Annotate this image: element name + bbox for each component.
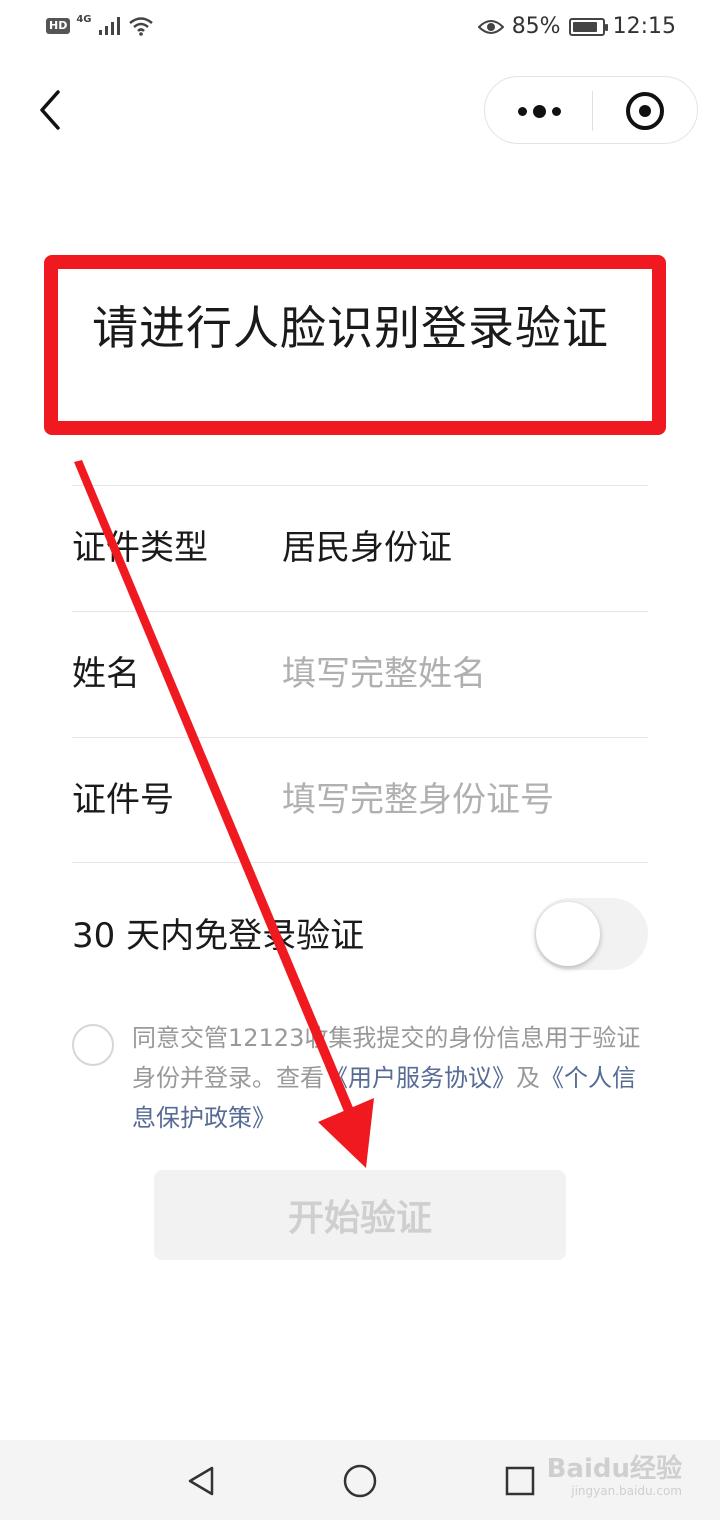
wifi-icon (128, 17, 153, 36)
id-number-row: 证件号 (72, 737, 648, 863)
clock: 12:15 (612, 14, 676, 39)
battery-icon (568, 17, 608, 36)
more-dot (532, 104, 546, 118)
baidu-watermark: Baidu经验 jingyan.baidu.com (547, 1454, 682, 1498)
square-recents-icon (505, 1466, 535, 1496)
remember-login-label: 30 天内免登录验证 (72, 916, 365, 956)
system-nav-bar: Baidu经验 jingyan.baidu.com (0, 1440, 720, 1520)
remember-login-toggle[interactable] (534, 898, 648, 970)
name-row: 姓名 (72, 611, 648, 737)
watermark-brand: Baidu经验 (546, 1454, 682, 1484)
battery-level (572, 21, 597, 32)
id-number-label: 证件号 (72, 780, 174, 820)
user-agreement-link[interactable]: 《用户服务协议》 (324, 1064, 516, 1092)
system-back-button[interactable] (178, 1458, 224, 1504)
status-left: HD 4G (46, 14, 154, 36)
status-bar: HD 4G 85% 12:15 (0, 0, 720, 58)
back-button[interactable] (30, 88, 74, 132)
watermark-url: jingyan.baidu.com (571, 1484, 682, 1498)
chevron-left-icon (40, 90, 60, 130)
battery-percent: 85% (511, 14, 561, 39)
name-input[interactable] (282, 646, 648, 702)
signal-icon (98, 17, 120, 35)
more-dot (517, 106, 527, 116)
triangle-back-icon (188, 1466, 214, 1496)
id-number-input[interactable] (282, 772, 648, 828)
id-form: 证件类型 居民身份证 姓名 证件号 (72, 485, 648, 863)
name-label: 姓名 (72, 654, 140, 694)
circle-home-icon (343, 1464, 377, 1498)
status-right: 85% 12:15 (477, 14, 676, 39)
capsule-divider (592, 91, 593, 131)
page-title: 请进行人脸识别登录验证 (92, 301, 609, 355)
agreement-text: 同意交管12123收集我提交的身份信息用于验证身份并登录。查看《用户服务协议》及… (132, 1018, 652, 1138)
agreement-connector: 及 (516, 1064, 540, 1092)
eye-icon (477, 19, 504, 34)
agreement-checkbox[interactable] (72, 1024, 114, 1066)
network-type: 4G (76, 14, 92, 25)
id-type-row[interactable]: 证件类型 居民身份证 (72, 485, 648, 611)
hd-badge: HD (46, 18, 71, 34)
system-home-button[interactable] (337, 1458, 383, 1504)
system-recents-button[interactable] (497, 1458, 543, 1504)
mini-program-capsule (484, 76, 698, 144)
id-type-label: 证件类型 (72, 528, 208, 568)
more-button[interactable] (507, 91, 571, 131)
more-dot (551, 106, 561, 116)
close-button[interactable] (615, 91, 675, 131)
id-type-value[interactable]: 居民身份证 (282, 524, 452, 572)
target-close-icon (626, 92, 664, 130)
start-verification-button[interactable]: 开始验证 (154, 1170, 566, 1260)
toggle-knob (536, 902, 600, 966)
